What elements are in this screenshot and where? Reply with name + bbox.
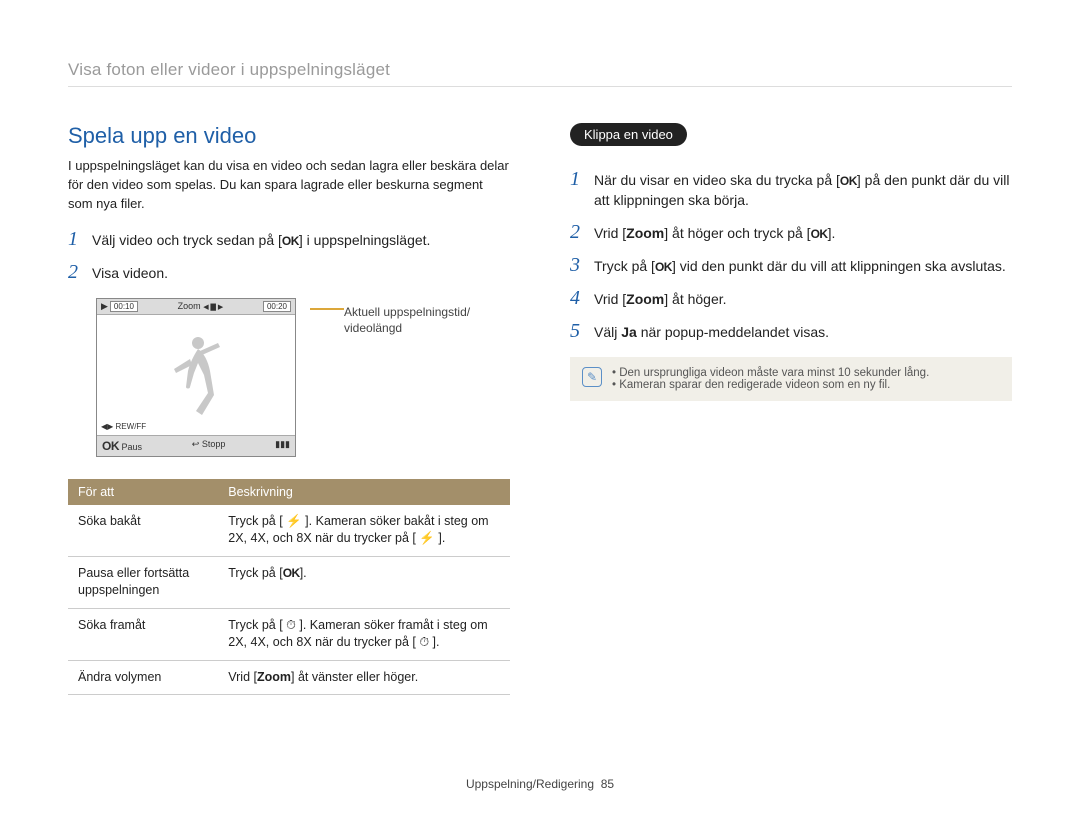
- ok-icon: OK: [840, 174, 857, 188]
- table-header: För att: [68, 479, 218, 505]
- step-text: När du visar en video ska du trycka på […: [594, 170, 1012, 211]
- controls-table: För att Beskrivning Söka bakåt Tryck på …: [68, 479, 510, 696]
- step-text: Visa videon.: [92, 263, 168, 283]
- screen-top-bar: ▶ 00:10 Zoom ◀ ▇ ▶ 00:20: [97, 299, 295, 315]
- table-row: Pausa eller fortsätta uppspelningen Tryc…: [68, 556, 510, 608]
- note-list: Den ursprungliga videon måste vara minst…: [612, 367, 929, 391]
- step-text: Tryck på [OK] vid den punkt där du vill …: [594, 256, 1006, 276]
- step-text-part: När du visar en video ska du trycka på [: [594, 172, 840, 188]
- step-number: 2: [68, 261, 82, 284]
- step-number: 1: [68, 228, 82, 251]
- step-text-part: Vrid [: [594, 225, 626, 241]
- table-row: Söka bakåt Tryck på [ ⚡ ]. Kameran söker…: [68, 505, 510, 557]
- video-preview-block: ▶ 00:10 Zoom ◀ ▇ ▶ 00:20: [96, 298, 510, 457]
- table-cell: Pausa eller fortsätta uppspelningen: [68, 556, 218, 608]
- table-row: Söka framåt Tryck på [ ⏱ ]. Kameran söke…: [68, 608, 510, 660]
- total-time: 00:20: [263, 301, 291, 312]
- step-text: Välj Ja när popup-meddelandet visas.: [594, 322, 829, 342]
- table-row: Ändra volymen Vrid [Zoom] åt vänster ell…: [68, 660, 510, 695]
- step-4: 4 Vrid [Zoom] åt höger.: [570, 287, 1012, 310]
- step-5: 5 Välj Ja när popup-meddelandet visas.: [570, 320, 1012, 343]
- table-cell: Tryck på [ ⏱ ]. Kameran söker framåt i s…: [218, 608, 510, 660]
- intro-paragraph: I uppspelningsläget kan du visa en video…: [68, 157, 510, 214]
- step-text: Vrid [Zoom] åt höger.: [594, 289, 727, 309]
- step-text: Välj video och tryck sedan på [OK] i upp…: [92, 230, 430, 250]
- camera-screen-mockup: ▶ 00:10 Zoom ◀ ▇ ▶ 00:20: [96, 298, 296, 457]
- step-text-part: Vrid [: [594, 291, 626, 307]
- step-text-part: Zoom: [626, 225, 664, 241]
- battery-icon: ▮▮▮: [275, 439, 290, 453]
- rewff-label: ◀▶ REW/FF: [101, 422, 146, 431]
- screen-bottom-bar: OK Paus ↩ Stopp ▮▮▮: [97, 435, 295, 456]
- step-text-part: Välj: [594, 324, 621, 340]
- current-time: 00:10: [110, 301, 138, 312]
- step-number: 2: [570, 221, 584, 244]
- note-icon: ✎: [582, 367, 602, 387]
- step-text-part: ] vid den punkt där du vill att klippnin…: [672, 258, 1006, 274]
- table-cell: Vrid [Zoom] åt vänster eller höger.: [218, 660, 510, 695]
- ok-icon: OK: [811, 227, 828, 241]
- table-header: Beskrivning: [218, 479, 510, 505]
- ok-icon: OK: [655, 260, 672, 274]
- table-cell: Tryck på [OK].: [218, 556, 510, 608]
- step-text: Vrid [Zoom] åt höger och tryck på [OK].: [594, 223, 835, 243]
- paus-button-label: OK Paus: [102, 439, 142, 453]
- step-text-part: Ja: [621, 324, 637, 340]
- step-3: 3 Tryck på [OK] vid den punkt där du vil…: [570, 254, 1012, 277]
- callout-line: [310, 308, 344, 310]
- step-1: 1 Välj video och tryck sedan på [OK] i u…: [68, 228, 510, 251]
- cell-part: Tryck på [: [228, 566, 282, 580]
- step-2: 2 Visa videon.: [68, 261, 510, 284]
- zoom-label: Zoom ◀ ▇ ▶: [178, 301, 224, 311]
- stopp-button-label: ↩ Stopp: [192, 439, 226, 453]
- breadcrumb: Visa foton eller videor i uppspelningslä…: [68, 60, 1012, 87]
- section-heading: Spela upp en video: [68, 123, 510, 149]
- step-text-part: ] i uppspelningsläget.: [299, 232, 431, 248]
- step-text-part: Tryck på [: [594, 258, 655, 274]
- screen-caption: Aktuell uppspelningstid/ videolängd: [344, 304, 470, 338]
- step-text-part: när popup-meddelandet visas.: [637, 324, 829, 340]
- step-text-part: ] åt höger och tryck på [: [664, 225, 810, 241]
- table-cell: Söka bakåt: [68, 505, 218, 557]
- left-column: Spela upp en video I uppspelningsläget k…: [68, 123, 510, 695]
- footer-page-number: 85: [601, 777, 614, 791]
- step-2: 2 Vrid [Zoom] åt höger och tryck på [OK]…: [570, 221, 1012, 244]
- content-columns: Spela upp en video I uppspelningsläget k…: [68, 123, 1012, 695]
- table-cell: Ändra volymen: [68, 660, 218, 695]
- note-box: ✎ Den ursprungliga videon måste vara min…: [570, 357, 1012, 401]
- note-item: Kameran sparar den redigerade videon som…: [612, 379, 929, 391]
- step-text-part: ] åt höger.: [664, 291, 726, 307]
- step-1: 1 När du visar en video ska du trycka på…: [570, 168, 1012, 211]
- cell-part: Zoom: [257, 670, 291, 684]
- cell-part: Vrid [: [228, 670, 257, 684]
- video-viewport: ◀▶ REW/FF: [97, 315, 295, 435]
- page-footer: Uppspelning/Redigering 85: [0, 777, 1080, 791]
- play-indicator: ▶ 00:10: [101, 301, 138, 312]
- note-item: Den ursprungliga videon måste vara minst…: [612, 367, 929, 379]
- step-number: 5: [570, 320, 584, 343]
- step-text-part: Välj video och tryck sedan på [: [92, 232, 282, 248]
- footer-section: Uppspelning/Redigering: [466, 777, 594, 791]
- step-number: 4: [570, 287, 584, 310]
- table-cell: Tryck på [ ⚡ ]. Kameran söker bakåt i st…: [218, 505, 510, 557]
- step-text-part: Zoom: [626, 291, 664, 307]
- dancer-silhouette: [168, 333, 224, 417]
- ok-icon: OK: [283, 566, 300, 580]
- ok-icon: OK: [282, 234, 299, 248]
- step-number: 3: [570, 254, 584, 277]
- right-column: Klippa en video 1 När du visar en video …: [570, 123, 1012, 695]
- cell-part: ] åt vänster eller höger.: [291, 670, 418, 684]
- table-cell: Söka framåt: [68, 608, 218, 660]
- subsection-badge: Klippa en video: [570, 123, 687, 146]
- cell-part: ].: [300, 566, 307, 580]
- step-number: 1: [570, 168, 584, 191]
- step-text-part: ].: [828, 225, 836, 241]
